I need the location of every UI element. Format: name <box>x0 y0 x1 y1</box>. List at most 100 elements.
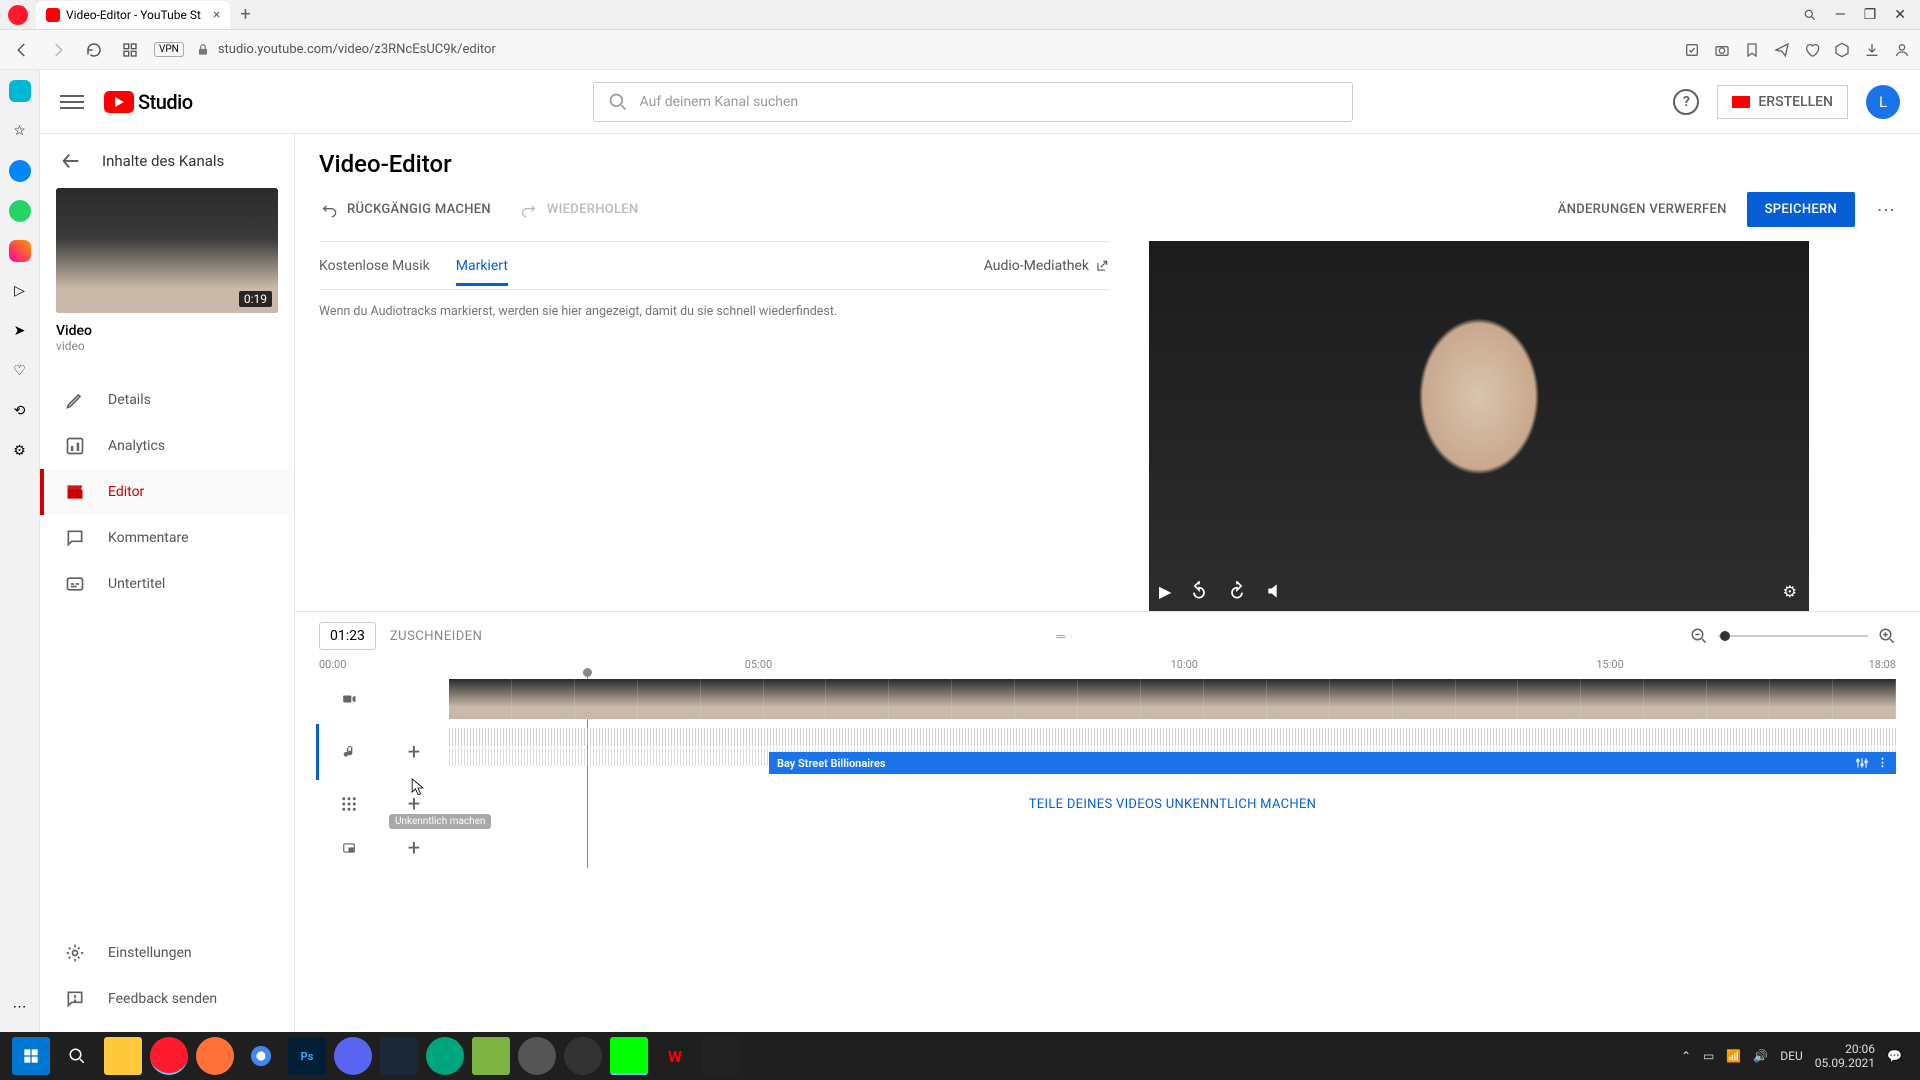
drag-handle-icon[interactable]: ═ <box>1056 629 1065 643</box>
add-audio-button[interactable]: + <box>379 740 449 765</box>
blur-cta[interactable]: TEILE DEINES VIDEOS UNKENNTLICH MACHEN <box>449 797 1896 812</box>
trim-button[interactable]: ZUSCHNEIDEN <box>390 629 483 644</box>
photoshop-icon[interactable]: Ps <box>288 1037 326 1075</box>
cube-icon[interactable] <box>1834 42 1850 58</box>
speed-dial-icon[interactable] <box>118 38 142 62</box>
taskbar-search-icon[interactable] <box>58 1037 96 1075</box>
discard-button[interactable]: ÄNDERUNGEN VERWERFEN <box>1558 202 1727 217</box>
maximize-icon[interactable]: ❐ <box>1864 7 1877 23</box>
avatar[interactable]: L <box>1866 85 1900 119</box>
video-thumbnail[interactable]: 0:19 <box>56 188 278 313</box>
home-sidebar-icon[interactable] <box>9 80 31 102</box>
nav-comments[interactable]: Kommentare <box>40 515 294 561</box>
settings-sidebar-icon[interactable]: ⚙ <box>9 440 31 462</box>
audio-clip[interactable]: Bay Street Billionaires ⋮ <box>769 752 1896 774</box>
more-sidebar-icon[interactable]: ⋯ <box>9 996 31 1018</box>
tray-wifi-icon[interactable]: 📶 <box>1726 1049 1741 1063</box>
minimize-icon[interactable]: — <box>1835 7 1846 23</box>
tray-chevron-icon[interactable]: ⌃ <box>1681 1049 1691 1063</box>
nav-feedback[interactable]: Feedback senden <box>40 976 294 1022</box>
opera-taskbar-icon[interactable] <box>150 1037 188 1075</box>
add-endscreen-button[interactable]: + <box>379 836 449 861</box>
timeline-ruler[interactable]: 00:00 05:00 10:00 15:00 18:08 <box>319 658 1896 674</box>
audio-library-link[interactable]: Audio-Mediathek <box>984 258 1109 274</box>
close-tab-icon[interactable]: × <box>213 7 220 23</box>
tray-notifications-icon[interactable]: 💬 <box>1887 1049 1902 1063</box>
app-icon-6[interactable] <box>702 1037 740 1075</box>
vpn-badge[interactable]: VPN <box>154 42 184 57</box>
instagram-sidebar-icon[interactable] <box>9 240 31 262</box>
messenger-sidebar-icon[interactable] <box>9 160 31 182</box>
hamburger-icon[interactable] <box>60 90 84 114</box>
send-icon[interactable] <box>1774 42 1790 58</box>
nav-editor[interactable]: Editor <box>40 469 294 515</box>
tray-lang[interactable]: DEU <box>1780 1049 1802 1063</box>
app-icon-4[interactable] <box>610 1037 648 1075</box>
back-icon[interactable] <box>10 38 34 62</box>
more-icon[interactable]: ⋮ <box>1875 201 1896 219</box>
heart-sidebar-icon[interactable]: ♡ <box>9 360 31 382</box>
zoom-slider[interactable] <box>1718 635 1868 637</box>
discord-icon[interactable] <box>334 1037 372 1075</box>
profile-icon[interactable] <box>1894 42 1910 58</box>
zoom-out-icon[interactable] <box>1690 627 1708 645</box>
nav-settings[interactable]: Einstellungen <box>40 930 294 976</box>
equalizer-icon[interactable] <box>1855 756 1869 770</box>
add-blur-button[interactable]: + <box>379 792 449 817</box>
help-icon[interactable]: ? <box>1673 89 1699 115</box>
reload-icon[interactable] <box>82 38 106 62</box>
download-icon[interactable] <box>1864 42 1880 58</box>
chrome-icon[interactable] <box>242 1037 280 1075</box>
obs-icon[interactable] <box>564 1037 602 1075</box>
studio-logo[interactable]: Studio <box>104 90 193 114</box>
nav-details[interactable]: Details <box>40 377 294 423</box>
steam-icon[interactable] <box>380 1037 418 1075</box>
explorer-icon[interactable] <box>104 1037 142 1075</box>
search-icon[interactable] <box>1803 8 1817 22</box>
zoom-in-icon[interactable] <box>1878 627 1896 645</box>
current-time[interactable]: 01:23 <box>319 622 376 650</box>
bookmark-icon[interactable] <box>1744 42 1760 58</box>
send-sidebar-icon[interactable]: ➤ <box>9 320 31 342</box>
undo-button[interactable]: RÜCKGÄNGIG MACHEN <box>319 202 491 218</box>
nav-analytics[interactable]: Analytics <box>40 423 294 469</box>
tray-battery-icon[interactable]: ▭ <box>1703 1049 1714 1063</box>
start-icon[interactable] <box>12 1037 50 1075</box>
tray-volume-icon[interactable]: 🔊 <box>1753 1049 1768 1063</box>
browser-tab[interactable]: Video-Editor - YouTube St × <box>36 1 230 29</box>
search-input[interactable]: Auf deinem Kanal suchen <box>593 82 1353 122</box>
close-window-icon[interactable]: ✕ <box>1894 7 1906 23</box>
camera-icon[interactable] <box>1714 42 1730 58</box>
url-field[interactable]: studio.youtube.com/video/z3RNcEsUC9k/edi… <box>196 42 496 57</box>
app-icon-1[interactable] <box>426 1037 464 1075</box>
video-title: Video <box>56 323 278 339</box>
chart-icon <box>64 435 86 457</box>
history-sidebar-icon[interactable]: ⟲ <box>9 400 31 422</box>
star-sidebar-icon[interactable]: ☆ <box>9 120 31 142</box>
edit-icon[interactable] <box>1684 42 1700 58</box>
app-icon-5[interactable]: W <box>656 1037 694 1075</box>
forward-icon[interactable] <box>1227 581 1247 601</box>
app-icon-2[interactable] <box>472 1037 510 1075</box>
volume-icon[interactable] <box>1265 581 1285 601</box>
save-button[interactable]: SPEICHERN <box>1747 192 1855 227</box>
tab-title: Video-Editor - YouTube St <box>66 8 201 22</box>
new-tab-button[interactable]: + <box>240 4 250 25</box>
back-to-channel[interactable]: Inhalte des Kanals <box>40 134 294 188</box>
create-button[interactable]: ERSTELLEN <box>1717 85 1848 119</box>
whatsapp-sidebar-icon[interactable] <box>9 200 31 222</box>
heart-icon[interactable] <box>1804 42 1820 58</box>
tab-free-music[interactable]: Kostenlose Musik <box>319 246 430 286</box>
preview-settings-icon[interactable]: ⚙ <box>1783 582 1797 601</box>
clip-more-icon[interactable]: ⋮ <box>1877 756 1888 770</box>
video-preview[interactable]: ▶ ⚙ <box>1149 241 1809 611</box>
play-sidebar-icon[interactable]: ▷ <box>9 280 31 302</box>
tray-clock[interactable]: 20:06 05.09.2021 <box>1815 1042 1875 1071</box>
app-icon-3[interactable] <box>518 1037 556 1075</box>
firefox-icon[interactable] <box>196 1037 234 1075</box>
rewind-icon[interactable] <box>1189 581 1209 601</box>
video-thumbnails-strip[interactable] <box>449 679 1896 719</box>
nav-subtitles[interactable]: Untertitel <box>40 561 294 607</box>
tab-starred[interactable]: Markiert <box>456 246 508 286</box>
play-icon[interactable]: ▶ <box>1159 582 1171 601</box>
